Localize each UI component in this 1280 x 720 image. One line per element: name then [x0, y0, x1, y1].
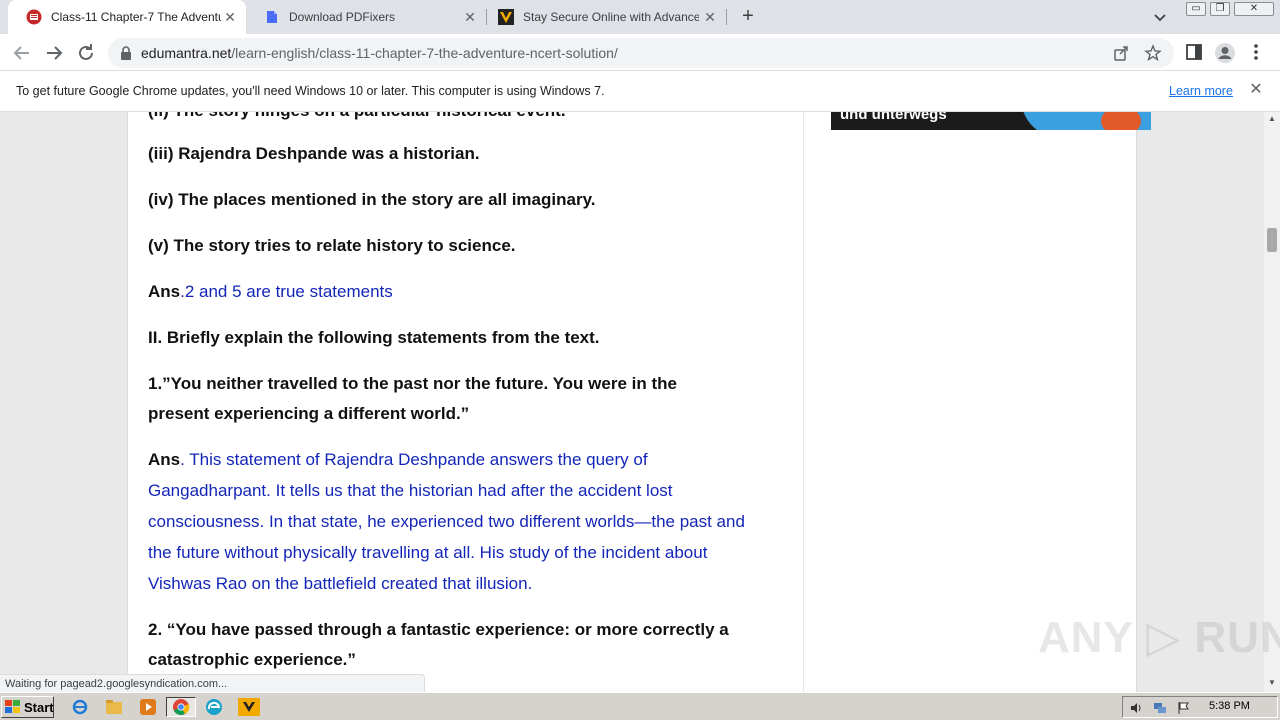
tab-title: Class-11 Chapter-7 The Adventure-N	[51, 10, 221, 24]
column-divider	[803, 112, 804, 692]
page-scrollbar[interactable]: ▲ ▼	[1264, 112, 1280, 692]
secure-vpn-favicon-icon	[498, 9, 514, 25]
answer-text: . This statement of Rajendra Deshpande a…	[180, 450, 648, 469]
ad-graphic-accent	[1101, 112, 1141, 130]
tab-close-icon[interactable]: ✕	[222, 9, 238, 25]
forward-button[interactable]	[42, 41, 66, 65]
windows-flag-icon	[5, 700, 21, 714]
answer-label: Ans	[148, 450, 181, 469]
question-2-line-1: 2. “You have passed through a fantastic …	[148, 620, 729, 639]
restore-button[interactable]: ❐	[1210, 2, 1230, 16]
statement-iv: (iv) The places mentioned in the story a…	[148, 190, 596, 209]
statement-iii: (iii) Rajendra Deshpande was a historian…	[148, 144, 480, 163]
scrollbar-thumb[interactable]	[1267, 228, 1277, 252]
tab-title: Download PDFixers	[289, 10, 396, 24]
start-label: Start	[24, 699, 54, 715]
question-1-line-2: present experiencing a different world.”	[148, 404, 470, 423]
url-path: /learn-english/class-11-chapter-7-the-ad…	[231, 45, 618, 61]
taskbar-ie-icon[interactable]	[68, 697, 92, 717]
tab-search-chevron-icon[interactable]	[1152, 9, 1168, 25]
windows-taskbar: Start 5:38 PM	[0, 692, 1280, 720]
reload-button[interactable]	[74, 41, 98, 65]
taskbar-explorer-icon[interactable]	[102, 697, 126, 717]
share-icon[interactable]	[1112, 44, 1130, 62]
page-viewport[interactable]: (ii) The story hinges on a particular hi…	[0, 112, 1264, 692]
back-arrow-icon	[13, 46, 29, 60]
system-tray: 5:38 PM	[1122, 696, 1278, 718]
answer-2-line-5: Vishwas Rao on the battlefield created t…	[148, 574, 533, 593]
profile-avatar-icon[interactable]	[1214, 42, 1236, 64]
side-panel-icon[interactable]	[1184, 42, 1206, 64]
question-1-line-1: 1.”You neither travelled to the past nor…	[148, 374, 677, 393]
lock-icon[interactable]	[120, 46, 132, 60]
tray-volume-icon[interactable]	[1129, 701, 1143, 715]
answer-2-line-3: consciousness. In that state, he experie…	[148, 512, 745, 531]
statement-ii-partial: (ii) The story hinges on a particular hi…	[148, 112, 566, 126]
infobar-close-icon[interactable]: ✕	[1247, 81, 1265, 99]
answer-1: Ans.2 and 5 are true statements	[148, 277, 393, 307]
advertisement-banner[interactable]: und unterwegs	[831, 112, 1151, 130]
status-bubble: Waiting for pagead2.googlesyndication.co…	[0, 674, 425, 693]
pdfixers-favicon-icon	[264, 9, 280, 25]
back-button[interactable]	[10, 41, 34, 65]
taskbar-chrome-icon[interactable]	[166, 697, 196, 717]
menu-kebab-icon[interactable]	[1246, 42, 1268, 64]
start-button[interactable]: Start	[1, 696, 54, 718]
tab-download-pdfixers[interactable]: Download PDFixers ✕	[246, 0, 486, 34]
forward-arrow-icon	[47, 46, 63, 60]
window-close-button[interactable]: ✕	[1234, 2, 1274, 16]
answer-2-line-2: Gangadharpant. It tells us that the hist…	[148, 481, 673, 500]
answer-text: .2 and 5 are true statements	[180, 282, 393, 301]
learn-more-link[interactable]: Learn more	[1169, 84, 1233, 98]
answer-2-line-4: the future without physically travelling…	[148, 543, 708, 562]
anyrun-watermark: ANY ▷ RUN	[1038, 613, 1280, 662]
tab-separator	[726, 9, 727, 25]
taskbar-media-player-icon[interactable]	[136, 697, 160, 717]
scroll-down-arrow-icon[interactable]: ▼	[1268, 678, 1276, 687]
edumantra-favicon-icon	[26, 9, 42, 25]
url-text[interactable]: edumantra.net/learn-english/class-11-cha…	[141, 45, 618, 61]
answer-2-line-1: Ans. This statement of Rajendra Deshpand…	[148, 445, 648, 475]
tray-action-center-flag-icon[interactable]	[1177, 701, 1191, 715]
statement-v: (v) The story tries to relate history to…	[148, 236, 516, 255]
address-bar[interactable]: edumantra.net/learn-english/class-11-cha…	[108, 38, 1174, 68]
minimize-button[interactable]: ▭	[1186, 2, 1206, 16]
new-tab-button[interactable]: +	[738, 6, 758, 28]
tab-title: Stay Secure Online with Advanced A	[523, 10, 699, 24]
article-container: (ii) The story hinges on a particular hi…	[127, 112, 1151, 692]
chrome-update-infobar: To get future Google Chrome updates, you…	[0, 71, 1280, 112]
tab-stay-secure-online[interactable]: Stay Secure Online with Advanced A ✕	[480, 0, 726, 34]
question-2-line-2: catastrophic experience.”	[148, 650, 356, 669]
answer-label: Ans	[148, 282, 181, 301]
scroll-up-arrow-icon[interactable]: ▲	[1268, 114, 1276, 123]
bookmark-star-icon[interactable]	[1144, 44, 1162, 62]
tab-close-icon[interactable]: ✕	[702, 9, 718, 25]
ad-text: und unterwegs	[840, 112, 947, 123]
infobar-message: To get future Google Chrome updates, you…	[16, 84, 605, 98]
tab-strip: Class-11 Chapter-7 The Adventure-N ✕ Dow…	[0, 0, 1280, 34]
url-domain: edumantra.net	[141, 45, 232, 61]
tray-network-icon[interactable]	[1153, 701, 1167, 715]
taskbar-vpn-app-icon[interactable]	[234, 697, 264, 717]
tab-class-11-chapter-7[interactable]: Class-11 Chapter-7 The Adventure-N ✕	[8, 0, 246, 34]
reload-icon	[79, 44, 93, 60]
taskbar-edge-icon[interactable]	[202, 697, 226, 717]
tray-clock[interactable]: 5:38 PM	[1209, 700, 1250, 712]
tab-close-icon[interactable]: ✕	[462, 9, 478, 25]
browser-toolbar: edumantra.net/learn-english/class-11-cha…	[0, 34, 1280, 71]
section-heading: II. Briefly explain the following statem…	[148, 328, 600, 347]
